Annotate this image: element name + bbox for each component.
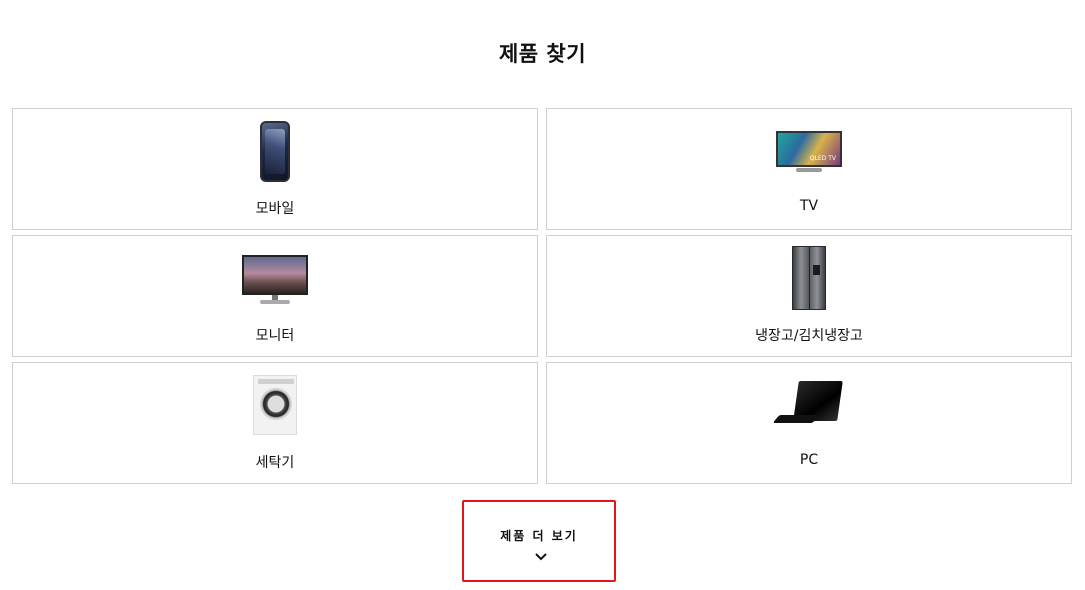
monitor-icon <box>242 255 308 305</box>
show-more-products-button[interactable]: 제품 더 보기 <box>462 500 616 582</box>
smartphone-icon <box>260 121 290 182</box>
product-label-tv: TV <box>799 198 819 214</box>
product-card-washer[interactable]: 세탁기 <box>12 362 538 484</box>
laptop-icon <box>772 381 844 431</box>
washing-machine-icon <box>253 375 297 435</box>
tv-screen-text: QLED TV <box>809 155 836 162</box>
product-label-refrigerator: 냉장고/김치냉장고 <box>755 328 863 344</box>
show-more-label: 제품 더 보기 <box>500 529 578 543</box>
product-card-pc[interactable]: PC <box>546 362 1072 484</box>
page-title: 제품 찾기 <box>498 42 587 66</box>
product-card-mobile[interactable]: 모바일 <box>12 108 538 230</box>
refrigerator-icon <box>792 246 826 310</box>
product-card-monitor[interactable]: 모니터 <box>12 235 538 357</box>
product-label-monitor: 모니터 <box>255 328 295 344</box>
product-label-washer: 세탁기 <box>255 455 295 471</box>
tv-icon: QLED TV <box>776 131 842 175</box>
product-card-refrigerator[interactable]: 냉장고/김치냉장고 <box>546 235 1072 357</box>
product-label-pc: PC <box>799 452 819 468</box>
chevron-down-icon <box>535 553 547 561</box>
product-card-tv[interactable]: QLED TV TV <box>546 108 1072 230</box>
product-label-mobile: 모바일 <box>255 201 295 217</box>
